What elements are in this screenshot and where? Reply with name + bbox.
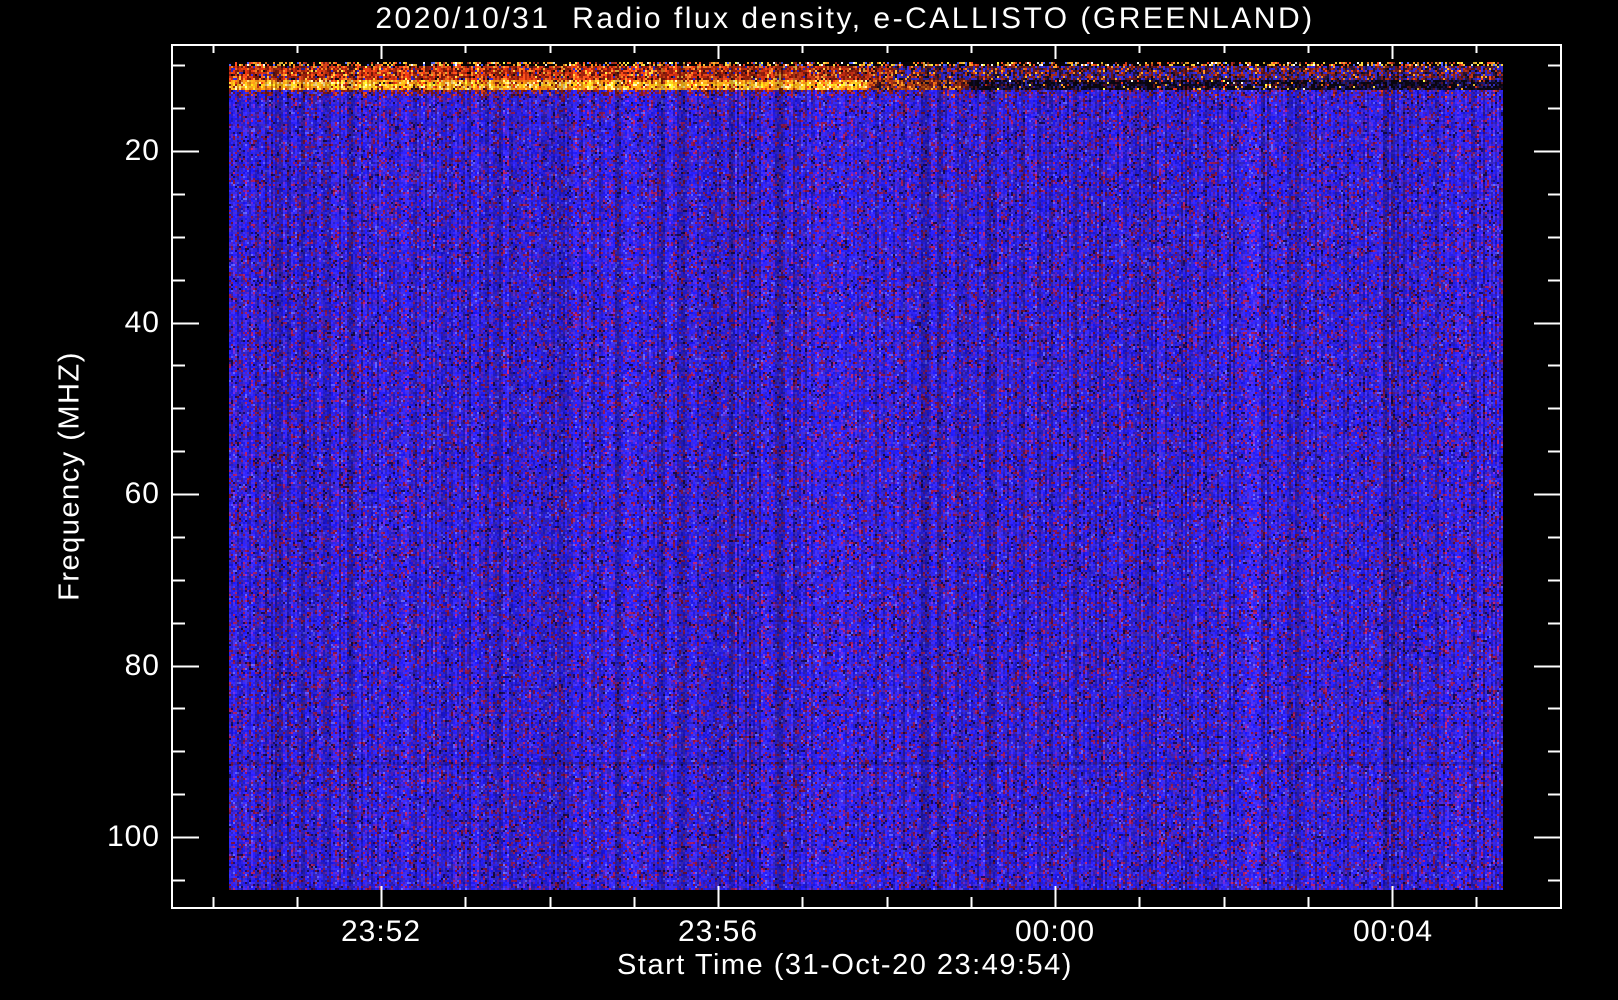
- x-axis-title: Start Time (31-Oct-20 23:49:54): [617, 949, 1073, 981]
- y-tick-label: 40: [124, 306, 160, 339]
- x-tick-label: 23:56: [677, 915, 759, 948]
- x-tick-label: 00:04: [1352, 915, 1434, 948]
- plot-axes-frame: [0, 0, 1618, 1000]
- y-tick-label: 100: [106, 820, 160, 853]
- x-tick-label: 00:00: [1014, 915, 1096, 948]
- y-axis-title: Frequency (MHZ): [53, 351, 86, 601]
- y-tick-label: 20: [124, 134, 160, 167]
- y-tick-label: 80: [124, 649, 160, 682]
- spectrogram-page: 2020/10/31 Radio flux density, e-CALLIST…: [0, 0, 1618, 1000]
- x-tick-label: 23:52: [340, 915, 422, 948]
